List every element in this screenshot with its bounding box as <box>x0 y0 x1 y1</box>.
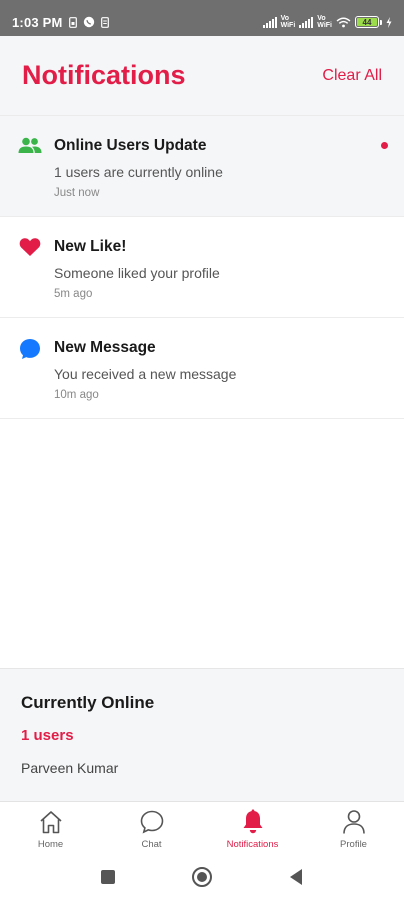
status-right: Vo WiFi Vo WiFi 44 <box>262 15 392 29</box>
notification-message: 1 users are currently online <box>54 164 223 180</box>
recents-button[interactable] <box>96 865 120 889</box>
notification-body: New Like! Someone liked your profile 5m … <box>54 237 386 317</box>
unread-dot <box>381 142 388 149</box>
charging-icon <box>386 16 392 28</box>
notification-time: 10m ago <box>54 389 99 401</box>
status-left: 1:03 PM <box>12 15 109 30</box>
whatsapp-icon <box>83 16 95 28</box>
battery-tip <box>380 19 382 25</box>
volte-icon-2: Vo WiFi <box>317 15 332 29</box>
online-title: Currently Online <box>21 693 155 712</box>
nav-home[interactable]: Home <box>0 802 101 853</box>
bell-icon <box>240 809 266 835</box>
profile-icon <box>341 809 367 835</box>
notification-message: Someone liked your profile <box>54 265 220 281</box>
nav-label: Home <box>37 839 64 850</box>
nav-label: Notifications <box>226 839 279 850</box>
home-icon <box>38 809 64 835</box>
status-time: 1:03 PM <box>12 14 63 30</box>
wifi-icon <box>336 17 351 28</box>
heart-icon <box>18 237 42 261</box>
page-title: Notifications <box>22 60 186 90</box>
chat-icon <box>139 809 165 835</box>
system-nav-bar <box>0 853 404 900</box>
battery-icon: 44 <box>355 16 382 28</box>
notification-item[interactable]: New Like! Someone liked your profile 5m … <box>0 217 404 318</box>
signal-icon <box>262 16 277 28</box>
nav-notifications[interactable]: Notifications <box>202 802 303 853</box>
notification-body: New Message You received a new message 1… <box>54 338 386 418</box>
notification-title: New Like! <box>54 238 127 255</box>
nav-label: Profile <box>340 839 367 850</box>
notification-item[interactable]: Online Users Update 1 users are currentl… <box>0 116 404 217</box>
volte-label: Vo <box>280 15 289 22</box>
battery-body: 44 <box>355 16 379 28</box>
clear-all-button[interactable]: Clear All <box>322 67 382 85</box>
signal-icon-2 <box>299 16 314 28</box>
chat-bubble-icon <box>18 338 42 362</box>
bottom-nav: Home Chat Notifications Profile <box>0 801 404 853</box>
home-button[interactable] <box>190 865 214 889</box>
notification-title: Online Users Update <box>54 137 207 154</box>
nav-label: Chat <box>141 839 162 850</box>
volte-icon: Vo WiFi <box>281 15 296 29</box>
notification-time: 5m ago <box>54 288 93 300</box>
nav-profile[interactable]: Profile <box>303 802 404 853</box>
sim-icon <box>68 16 77 28</box>
notification-list: Online Users Update 1 users are currentl… <box>0 116 404 419</box>
header: Notifications Clear All <box>0 36 404 116</box>
users-icon <box>18 136 42 160</box>
volte-label-2: Vo <box>317 15 326 22</box>
online-panel: Currently Online 1 users Parveen Kumar <box>0 668 404 801</box>
notification-title: New Message <box>54 339 156 356</box>
storage-icon <box>100 16 109 28</box>
battery-level: 44 <box>357 18 377 27</box>
notification-item[interactable]: New Message You received a new message 1… <box>0 318 404 419</box>
volte-sub-label: WiFi <box>280 22 296 29</box>
notification-body: Online Users Update 1 users are currentl… <box>54 136 386 216</box>
online-user-item[interactable]: Parveen Kumar <box>21 760 383 776</box>
online-count: 1 users <box>21 727 74 744</box>
volte-sub-label-2: WiFi <box>317 22 332 29</box>
back-button[interactable] <box>284 865 308 889</box>
nav-chat[interactable]: Chat <box>101 802 202 853</box>
notification-time: Just now <box>54 187 100 199</box>
notification-message: You received a new message <box>54 366 237 382</box>
